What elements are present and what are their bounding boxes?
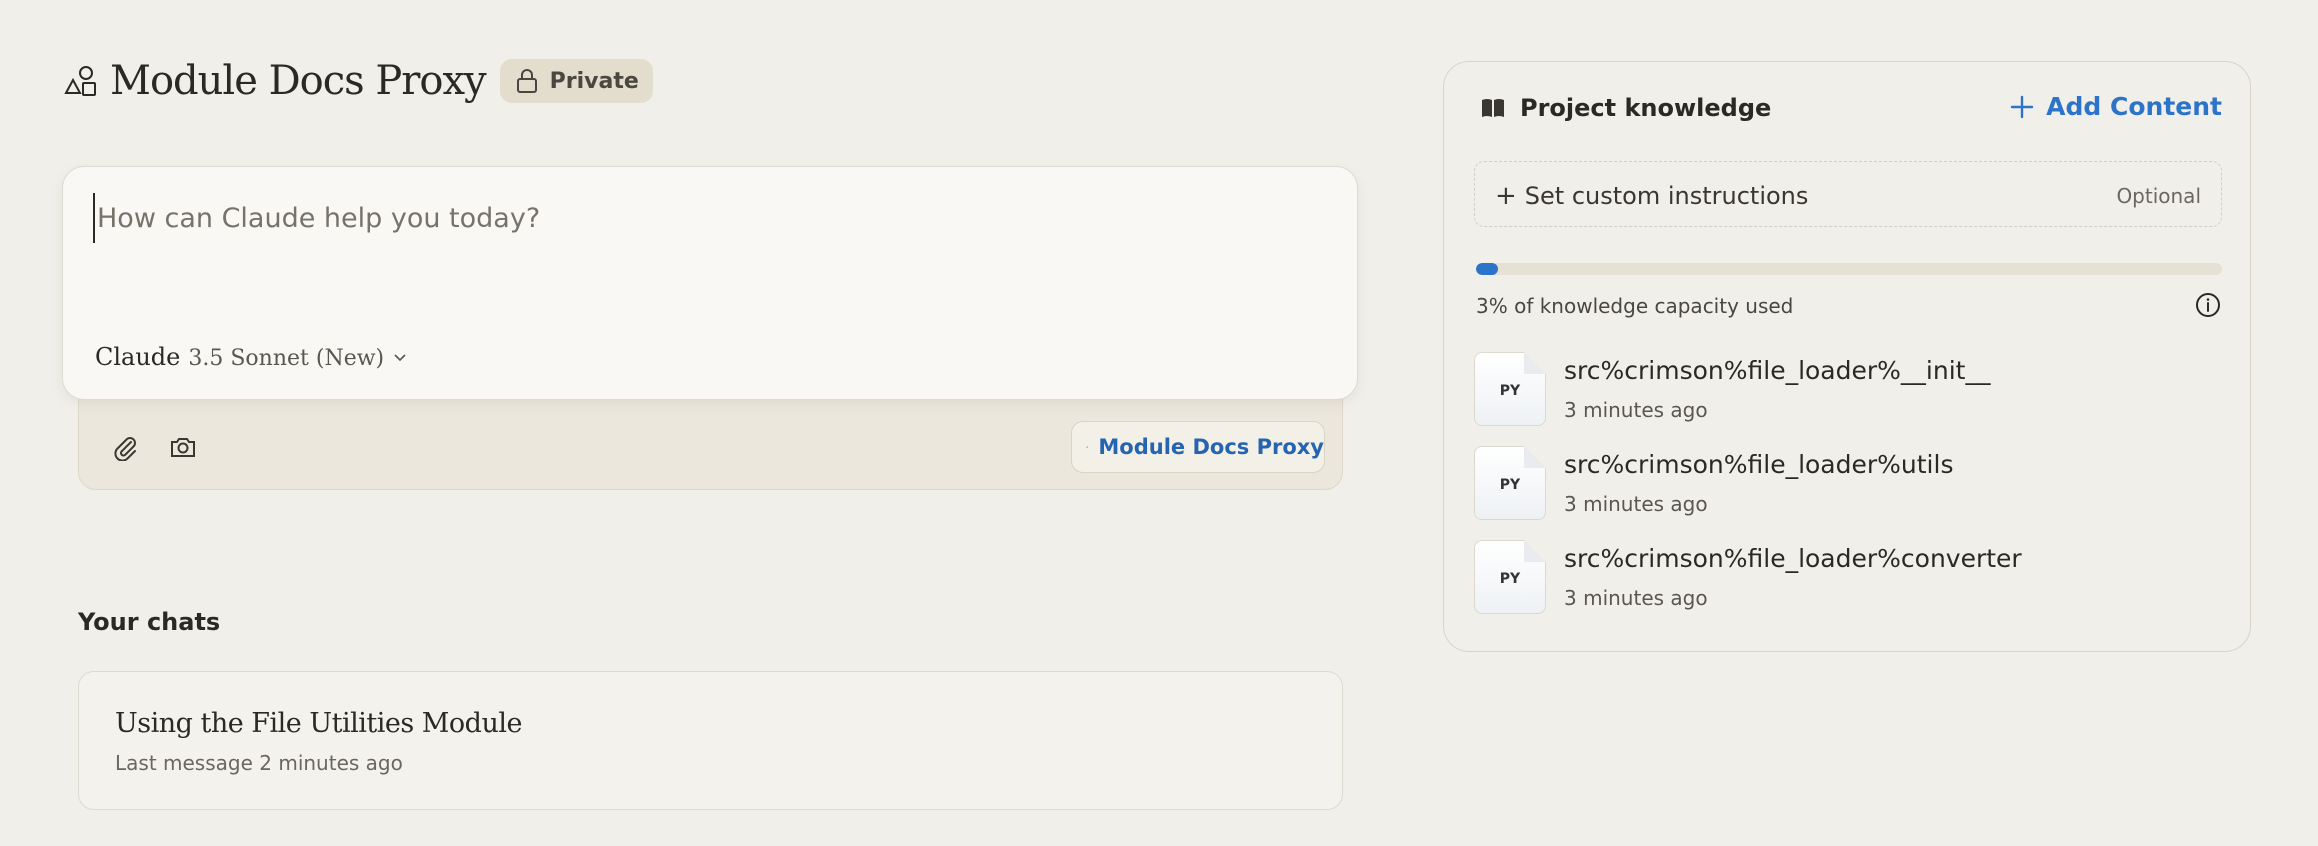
attach-button[interactable] bbox=[105, 427, 145, 467]
screenshot-button[interactable] bbox=[163, 427, 203, 467]
project-chip-label: Module Docs Proxy bbox=[1098, 435, 1324, 459]
chat-title: Using the File Utilities Module bbox=[115, 708, 522, 739]
lock-icon bbox=[516, 69, 537, 93]
model-brand: Claude bbox=[95, 343, 181, 371]
optional-label: Optional bbox=[2116, 184, 2201, 208]
knowledge-file[interactable]: PY src%crimson%file_loader%utils 3 minut… bbox=[1474, 446, 2222, 524]
model-selector[interactable]: Claude 3.5 Sonnet (New) bbox=[95, 343, 408, 371]
chat-item[interactable]: Using the File Utilities Module Last mes… bbox=[78, 671, 1343, 810]
knowledge-file[interactable]: PY src%crimson%file_loader%converter 3 m… bbox=[1474, 540, 2222, 618]
set-custom-instructions-button[interactable]: + Set custom instructions Optional bbox=[1474, 161, 2222, 227]
file-name: src%crimson%file_loader%utils bbox=[1564, 450, 1954, 479]
shapes-icon bbox=[64, 66, 96, 96]
plus-icon bbox=[2010, 95, 2034, 118]
file-time: 3 minutes ago bbox=[1564, 492, 1708, 516]
page-title: Module Docs Proxy bbox=[110, 58, 487, 104]
file-name: src%crimson%file_loader%__init__ bbox=[1564, 356, 1991, 385]
chevron-down-icon bbox=[394, 354, 406, 362]
camera-icon bbox=[171, 438, 195, 457]
file-ext: PY bbox=[1499, 477, 1521, 493]
python-file-icon: PY bbox=[1474, 540, 1546, 614]
project-header: Module Docs Proxy Private bbox=[62, 56, 653, 106]
private-badge-label: Private bbox=[549, 68, 639, 94]
file-name: src%crimson%file_loader%converter bbox=[1564, 544, 2022, 573]
capacity-bar-fill bbox=[1476, 263, 1499, 275]
project-knowledge-panel: Project knowledge Add Content + Set cust… bbox=[1443, 61, 2251, 652]
shapes-icon bbox=[1086, 446, 1089, 449]
book-icon bbox=[1482, 99, 1504, 117]
chat-meta: Last message 2 minutes ago bbox=[115, 751, 403, 775]
paperclip-icon bbox=[114, 437, 136, 461]
file-time: 3 minutes ago bbox=[1564, 398, 1708, 422]
knowledge-header: Project knowledge bbox=[1480, 94, 1771, 122]
private-badge[interactable]: Private bbox=[499, 59, 653, 103]
python-file-icon: PY bbox=[1474, 352, 1546, 426]
prompt-input[interactable] bbox=[93, 193, 1313, 243]
project-chip[interactable]: Module Docs Proxy bbox=[1071, 421, 1325, 473]
custom-instructions-text: Set custom instructions bbox=[1524, 182, 1809, 210]
knowledge-file[interactable]: PY src%crimson%file_loader%__init__ 3 mi… bbox=[1474, 352, 2222, 430]
info-icon[interactable] bbox=[2194, 291, 2222, 319]
file-ext: PY bbox=[1499, 571, 1521, 587]
model-name: 3.5 Sonnet (New) bbox=[188, 346, 385, 371]
composer: Claude 3.5 Sonnet (New) bbox=[62, 166, 1358, 400]
custom-instructions-label: + Set custom instructions bbox=[1495, 181, 1808, 211]
python-file-icon: PY bbox=[1474, 446, 1546, 520]
plus-icon: + bbox=[1495, 181, 1517, 211]
add-content-label: Add Content bbox=[2046, 92, 2222, 121]
capacity-bar bbox=[1476, 263, 2222, 275]
file-time: 3 minutes ago bbox=[1564, 586, 1708, 610]
chats-heading: Your chats bbox=[78, 608, 221, 636]
knowledge-title: Project knowledge bbox=[1520, 94, 1772, 122]
capacity-text: 3% of knowledge capacity used bbox=[1476, 294, 1794, 318]
file-ext: PY bbox=[1499, 383, 1521, 399]
add-content-button[interactable]: Add Content bbox=[2008, 92, 2222, 121]
